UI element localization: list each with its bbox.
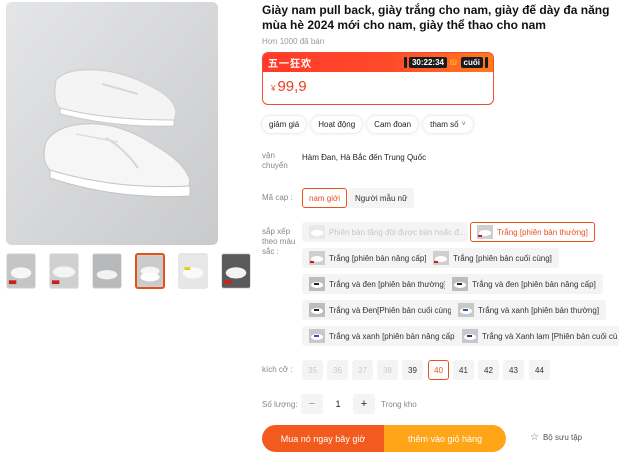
price: ¥ 99,9 <box>263 72 493 95</box>
star-icon: ☆ <box>530 432 539 443</box>
color-option[interactable]: Trắng và xanh [phiên bản thường] <box>451 300 607 320</box>
tab-label: Hoạt động <box>318 120 356 129</box>
favorite-label: Bộ sưu tập <box>542 433 583 442</box>
swatch-thumbnail <box>477 225 493 239</box>
size-option-40[interactable]: 40 <box>428 360 449 380</box>
swatch-thumbnail <box>309 329 325 343</box>
size-label: kích cỡ : <box>262 365 293 374</box>
countdown-timer: 30:22:34 từ cuối <box>403 57 488 68</box>
timer-bar-icon <box>403 57 407 68</box>
thumbnail[interactable] <box>49 253 79 289</box>
promo-box: 五一狂欢 30:22:34 từ cuối ¥ 99,9 <box>262 52 494 105</box>
size-option-43[interactable]: 43 <box>503 360 524 380</box>
shipping-value: Hàm Đan, Hà Bắc đến Trung Quốc <box>302 153 427 162</box>
chip-label: Trắng [phiên bản nâng cấp] <box>329 253 427 263</box>
chip-label: Người mẫu nữ <box>355 193 408 203</box>
size-option-41[interactable]: 41 <box>453 360 474 380</box>
swatch-thumbnail <box>309 251 325 265</box>
thumbnail[interactable] <box>6 253 36 289</box>
chip-label: Trắng [phiên bản thường] <box>497 227 588 237</box>
chip-label: Trắng [phiên bản cuối cùng] <box>453 253 552 263</box>
action-buttons: Mua nó ngay bây giờ thêm vào giỏ hàng <box>262 425 506 452</box>
swatch-thumbnail <box>452 277 468 291</box>
price-amount: 99,9 <box>277 78 307 95</box>
color-option-selected[interactable]: Trắng [phiên bản thường] <box>470 222 595 242</box>
timer-end-label: cuối <box>460 57 483 68</box>
timer-bar-icon <box>485 57 488 68</box>
tab-guarantee[interactable]: Cam đoan <box>367 116 419 133</box>
thumbnail[interactable] <box>178 253 208 289</box>
price-currency: ¥ <box>271 84 276 93</box>
chip-label: Trắng và Đen[Phiên bản cuối cùng] <box>329 305 455 315</box>
favorite-button[interactable]: ☆ Bộ sưu tập <box>530 432 582 443</box>
color-option: Phiên bản tăng đôi được bán hoặc đ... <box>302 222 468 242</box>
tab-parameters[interactable]: tham số ˅ <box>423 116 473 133</box>
quantity-minus-button[interactable]: − <box>301 394 323 414</box>
chip-label: Trắng và xanh [phiên bản nâng cấp] <box>329 331 457 341</box>
tab-label: tham số <box>430 120 459 129</box>
chip-label: Phiên bản tăng đôi được bán hoặc đ... <box>329 227 466 237</box>
tab-label: Cam đoan <box>374 120 412 129</box>
buy-now-button[interactable]: Mua nó ngay bây giờ <box>262 425 384 452</box>
color-option[interactable]: Trắng [phiên bản cuối cùng] <box>426 248 559 268</box>
color-option[interactable]: Trắng và Xanh lam [Phiên bản cuối cù... <box>455 326 619 346</box>
chip-label: Trắng và đen [phiên bản nâng cấp] <box>472 279 596 289</box>
color-label: sắp xếp theo màu sắc : <box>262 227 296 256</box>
swatch-thumbnail <box>309 303 325 317</box>
quantity-label: Số lượng: <box>262 400 298 409</box>
size-option-44[interactable]: 44 <box>529 360 550 380</box>
quantity-stepper: − 1 + Trong kho <box>301 394 417 414</box>
main-product-image[interactable] <box>6 2 218 245</box>
chip-label: Trắng và Xanh lam [Phiên bản cuối cù... <box>482 331 619 341</box>
info-tabs: giảm giá Hoạt động Cam đoan tham số ˅ <box>262 116 473 133</box>
color-option[interactable]: Trắng và Đen[Phiên bản cuối cùng] <box>302 300 462 320</box>
swatch-thumbnail <box>433 251 449 265</box>
swatch-thumbnail <box>462 329 478 343</box>
fit-option-male[interactable]: nam giới <box>302 188 348 208</box>
color-option[interactable]: Trắng và xanh [phiên bản nâng cấp] <box>302 326 464 346</box>
stock-status: Trong kho <box>381 399 417 409</box>
size-option-42[interactable]: 42 <box>478 360 499 380</box>
swatch-thumbnail <box>309 277 325 291</box>
chip-label: Trắng và xanh [phiên bản thường] <box>478 305 600 315</box>
promo-header: 五一狂欢 30:22:34 từ cuối <box>263 53 493 72</box>
chip-label: Trắng và đen [phiên bản thường] <box>329 279 447 289</box>
fit-option-female[interactable]: Người mẫu nữ <box>348 188 415 208</box>
tab-discount[interactable]: giảm giá <box>262 116 307 133</box>
swatch-thumbnail <box>458 303 474 317</box>
tab-activity[interactable]: Hoạt động <box>311 116 363 133</box>
chip-label: nam giới <box>309 193 341 203</box>
size-option-35: 35 <box>302 360 323 380</box>
color-option[interactable]: Trắng và đen [phiên bản nâng cấp] <box>445 274 603 294</box>
thumbnail[interactable] <box>221 253 251 289</box>
add-to-cart-button[interactable]: thêm vào giỏ hàng <box>384 425 506 452</box>
product-title: Giày nam pull back, giày trắng cho nam, … <box>262 3 610 32</box>
thumbnail-selected[interactable] <box>135 253 165 289</box>
color-option[interactable]: Trắng [phiên bản nâng cấp] <box>302 248 434 268</box>
sold-count: Hơn 1000 đã bán <box>262 37 325 46</box>
size-option-39[interactable]: 39 <box>402 360 423 380</box>
size-option-36: 36 <box>327 360 348 380</box>
thumbnail-strip <box>6 253 251 289</box>
size-option-37: 37 <box>352 360 373 380</box>
quantity-input[interactable]: 1 <box>327 399 349 409</box>
swatch-thumbnail <box>309 225 325 239</box>
size-option-38: 38 <box>377 360 398 380</box>
fit-label: Mã cạp : <box>262 193 293 202</box>
color-option[interactable]: Trắng và đen [phiên bản thường] <box>302 274 454 294</box>
timer-value: 30:22:34 <box>408 57 447 68</box>
quantity-plus-button[interactable]: + <box>353 394 375 414</box>
thumbnail[interactable] <box>92 253 122 289</box>
shipping-label: vận chuyển <box>262 151 288 170</box>
promo-title: 五一狂欢 <box>268 59 312 70</box>
timer-from-label: từ <box>449 58 458 67</box>
chevron-down-icon: ˅ <box>461 121 466 128</box>
tab-label: giảm giá <box>269 120 300 129</box>
